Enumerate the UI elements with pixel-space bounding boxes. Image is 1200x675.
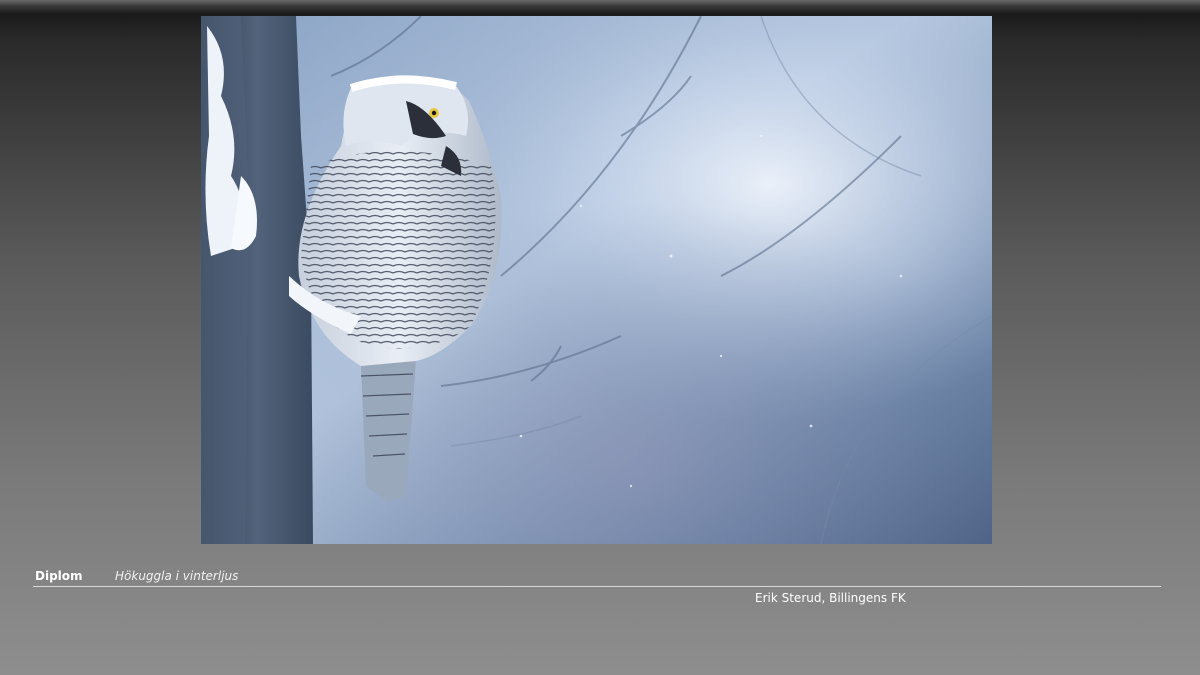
award-label: Diplom [35,569,83,583]
author-credit: Erik Sterud, Billingens FK [755,591,906,605]
photo-title: Hökuggla i vinterljus [115,569,239,583]
photo [201,16,992,544]
owl-photo-illustration [201,16,992,544]
divider [33,586,1161,587]
top-bar [0,0,1200,14]
